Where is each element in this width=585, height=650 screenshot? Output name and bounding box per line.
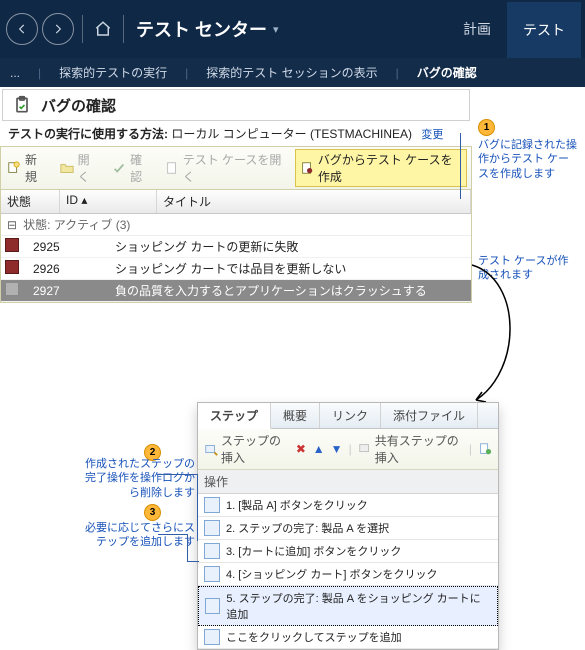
clipboard-icon: [11, 94, 33, 116]
tab-attachments[interactable]: 添付ファイル: [381, 403, 478, 428]
callout-1: 1 バグに記録された操作からテスト ケースを作成します: [478, 119, 578, 181]
step-row[interactable]: 4. [ショッピング カート] ボタンをクリック: [198, 563, 498, 586]
callout-badge-1: 1: [478, 119, 495, 136]
tab-steps[interactable]: ステップ: [198, 403, 271, 429]
step-icon: [204, 497, 220, 513]
change-link[interactable]: 変更: [421, 129, 443, 141]
callout-mid: テスト ケースが作成されます: [478, 254, 578, 283]
new-icon: [7, 161, 21, 175]
sort-asc-icon: ▴: [81, 193, 87, 207]
attachment-icon[interactable]: [478, 442, 492, 456]
document-icon: [165, 161, 179, 175]
app-switcher-dropdown-icon[interactable]: ▾: [273, 23, 279, 36]
bug-cube-icon: [5, 238, 19, 252]
move-up-icon[interactable]: ▲: [313, 442, 325, 456]
detail-tabs: ステップ 概要 リンク 添付ファイル: [198, 403, 498, 429]
main-pane: バグの確認 テストの実行に使用する方法: ローカル コンピューター (TESTM…: [0, 89, 472, 303]
table-row[interactable]: 2925 ショッピング カートの更新に失敗: [1, 236, 471, 258]
subnav-run[interactable]: 探索的テストの実行: [55, 60, 171, 85]
grid-header: 状態 ID ▴ タイトル: [1, 190, 471, 214]
run-method-value: ローカル コンピューター (TESTMACHINEA): [171, 127, 412, 141]
step-icon: [205, 598, 220, 614]
forward-button[interactable]: [42, 13, 74, 45]
step-row[interactable]: 1. [製品 A] ボタンをクリック: [198, 494, 498, 517]
move-down-icon[interactable]: ▼: [331, 442, 343, 456]
shared-step-icon: [358, 442, 372, 456]
callout-2: 作成されたステップの完了操作を操作ログから削除します: [75, 457, 195, 500]
open-button[interactable]: 開く: [58, 150, 101, 186]
separator: [123, 15, 124, 43]
tab-overview[interactable]: 概要: [271, 403, 320, 428]
insert-icon: [204, 442, 218, 456]
steps-section-header: 操作: [198, 470, 498, 494]
open-testcase-button[interactable]: テスト ケースを開く: [163, 150, 285, 186]
step-add-row[interactable]: ここをクリックしてステップを追加: [198, 626, 498, 649]
table-row-selected[interactable]: 2927 負の品質を入力するとアプリケーションはクラッシュする: [1, 280, 471, 302]
open-icon: [60, 161, 74, 175]
ribbon: テスト センター ▾ 計画 テスト: [0, 0, 585, 58]
step-icon: [204, 566, 220, 582]
step-row[interactable]: 3. [カートに追加] ボタンをクリック: [198, 540, 498, 563]
insert-step-button[interactable]: ステップの挿入: [204, 432, 289, 466]
app-title: テスト センター: [136, 16, 267, 42]
new-button[interactable]: 新規: [5, 150, 48, 186]
subnav-bugs[interactable]: バグの確認: [413, 60, 481, 85]
bug-grid: 状態 ID ▴ タイトル ⊟ 状態: アクティブ (3) 2925 ショッピング…: [0, 190, 472, 303]
main-tabs: 計画 テスト: [447, 0, 581, 58]
group-row[interactable]: ⊟ 状態: アクティブ (3): [1, 214, 471, 236]
step-icon: [204, 543, 220, 559]
run-method-row: テストの実行に使用する方法: ローカル コンピューター (TESTMACHINE…: [0, 121, 472, 146]
col-state[interactable]: 状態: [1, 190, 60, 213]
home-button[interactable]: [89, 15, 117, 43]
subnav-more[interactable]: ...: [6, 62, 24, 84]
bug-cube-icon: [5, 282, 19, 296]
back-button[interactable]: [6, 13, 38, 45]
subnav-session[interactable]: 探索的テスト セッションの表示: [202, 60, 381, 85]
table-row[interactable]: 2926 ショッピング カートでは品目を更新しない: [1, 258, 471, 280]
step-row[interactable]: 2. ステップの完了: 製品 A を選択: [198, 517, 498, 540]
col-title[interactable]: タイトル: [157, 190, 471, 213]
delete-step-icon[interactable]: ✖: [295, 442, 307, 456]
create-testcase-from-bug-button[interactable]: バグからテスト ケースを作成: [295, 149, 467, 187]
step-row-highlight[interactable]: 5. ステップの完了: 製品 A をショッピング カートに追加: [198, 586, 498, 626]
bug-icon: [300, 161, 314, 175]
insert-shared-step-button[interactable]: 共有ステップの挿入: [358, 432, 463, 466]
tab-plan[interactable]: 計画: [447, 0, 507, 58]
page-title: バグの確認: [41, 95, 116, 116]
collapse-icon: ⊟: [7, 218, 17, 232]
detail-toolbar: ステップの挿入 ✖ ▲ ▼ | 共有ステップの挿入 |: [198, 429, 498, 470]
step-icon: [204, 629, 220, 645]
toolbar: 新規 開く 確認 テスト ケースを開く: [0, 146, 472, 190]
col-id[interactable]: ID ▴: [60, 190, 157, 213]
step-icon: [204, 520, 220, 536]
steps-panel: ステップ 概要 リンク 添付ファイル ステップの挿入 ✖ ▲ ▼ | 共有ステッ…: [197, 402, 499, 650]
confirm-button[interactable]: 確認: [110, 150, 153, 186]
callout-badge-3: 3: [144, 504, 161, 521]
tab-test[interactable]: テスト: [507, 0, 581, 58]
sub-nav: ... | 探索的テストの実行 | 探索的テスト セッションの表示 | バグの確…: [0, 58, 585, 87]
check-icon: [112, 161, 126, 175]
page-header: バグの確認: [2, 89, 470, 121]
bug-cube-icon: [5, 260, 19, 274]
separator: [82, 15, 83, 43]
tab-links[interactable]: リンク: [320, 403, 381, 428]
run-method-label: テストの実行に使用する方法:: [8, 127, 168, 141]
